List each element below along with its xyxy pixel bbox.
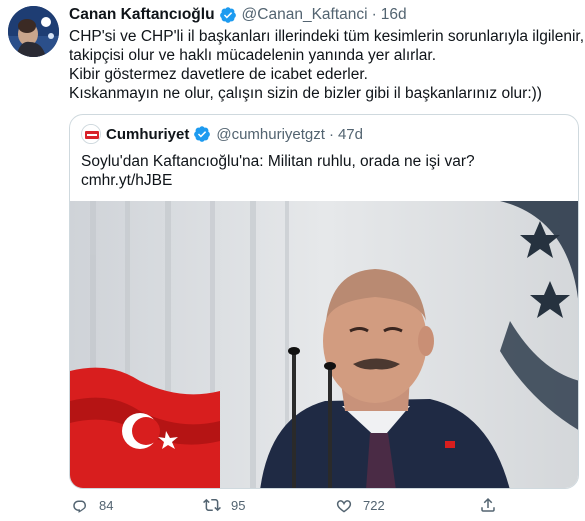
tweet-text-line: takipçisi olur ve haklı mücadelenin yanı… <box>69 47 437 64</box>
author-name[interactable]: Canan Kaftancıoğlu <box>69 6 215 24</box>
tweet-text-line: Kıskanmayın ne olur, çalışın sizin de bi… <box>69 85 542 102</box>
author-handle[interactable]: @Canan_Kaftanci <box>242 6 368 24</box>
retweet-count: 95 <box>231 497 246 513</box>
author-avatar[interactable] <box>8 6 59 57</box>
quoted-link[interactable]: cmhr.yt/hJBE <box>81 171 475 190</box>
quoted-tweet-text: Soylu'dan Kaftancıoğlu'na: Militan ruhlu… <box>81 152 475 190</box>
reply-count: 84 <box>99 497 114 513</box>
verified-badge-icon <box>193 125 211 143</box>
tweet-text-line: CHP'si ve CHP'li il başkanları illerinde… <box>69 28 585 45</box>
retweet-icon <box>203 498 221 512</box>
retweet-action[interactable]: 95 <box>203 496 245 514</box>
quoted-author-name: Cumhuriyet <box>106 125 190 143</box>
quoted-tweet-photo[interactable] <box>70 201 578 488</box>
quoted-tweet-time: 47d <box>337 125 363 143</box>
tweet-header: Canan Kaftancıoğlu @Canan_Kaftanci · 16d <box>69 4 407 26</box>
verified-badge-icon <box>219 6 237 24</box>
quoted-author-handle: @cumhuriyetgzt <box>216 125 325 143</box>
tweet-text: CHP'si ve CHP'li il başkanları illerinde… <box>69 27 585 103</box>
share-action[interactable] <box>479 496 507 514</box>
quoted-tweet-header: Cumhuriyet @cumhuriyetgzt · 47d <box>81 124 363 144</box>
tweet[interactable]: Canan Kaftancıoğlu @Canan_Kaftanci · 16d… <box>0 0 585 521</box>
separator-dot: · <box>328 125 334 143</box>
like-action[interactable]: 722 <box>335 496 385 514</box>
separator-dot: · <box>371 6 377 23</box>
like-count: 722 <box>363 497 385 513</box>
tweet-time[interactable]: 16d <box>381 6 407 24</box>
share-icon <box>481 497 495 512</box>
reply-icon <box>73 500 86 513</box>
tweet-text-line: Kibir göstermez davetlere de icabet eder… <box>69 66 368 83</box>
reply-action[interactable]: 84 <box>71 496 113 514</box>
quoted-tweet[interactable]: Cumhuriyet @cumhuriyetgzt · 47d Soylu'da… <box>69 114 579 489</box>
quoted-text-line: Soylu'dan Kaftancıoğlu'na: Militan ruhlu… <box>81 153 475 170</box>
tweet-actions: 84 95 722 <box>69 496 579 518</box>
quoted-author-avatar <box>81 124 101 144</box>
heart-icon <box>336 500 352 513</box>
